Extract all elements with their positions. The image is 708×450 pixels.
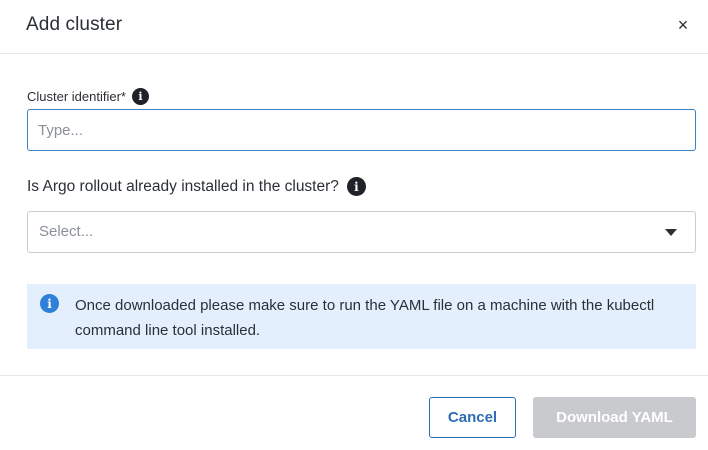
yaml-info-notice: i Once downloaded please make sure to ru… [27, 284, 696, 349]
argo-rollout-select[interactable]: Select... [27, 211, 696, 253]
info-circle-icon[interactable]: i [132, 88, 149, 105]
argo-rollout-label-row: Is Argo rollout already installed in the… [27, 177, 366, 196]
argo-rollout-label: Is Argo rollout already installed in the… [27, 177, 339, 195]
add-cluster-dialog: Add cluster × Cluster identifier* i Is A… [0, 0, 708, 450]
dialog-title: Add cluster [26, 14, 123, 35]
download-yaml-button[interactable]: Download YAML [533, 397, 696, 438]
caret-down-icon [665, 229, 677, 236]
argo-rollout-select-value: Select... [39, 223, 94, 240]
notice-text: Once downloaded please make sure to run … [75, 297, 655, 339]
info-circle-icon: i [40, 294, 59, 313]
cluster-identifier-input[interactable] [27, 109, 696, 151]
cancel-button[interactable]: Cancel [429, 397, 516, 438]
info-circle-icon[interactable]: i [346, 177, 366, 196]
footer-divider [0, 375, 708, 376]
cluster-identifier-label-row: Cluster identifier* i [27, 88, 149, 105]
cluster-identifier-label: Cluster identifier* [27, 89, 126, 104]
dialog-header: Add cluster × [0, 0, 708, 54]
close-icon[interactable]: × [672, 14, 694, 36]
